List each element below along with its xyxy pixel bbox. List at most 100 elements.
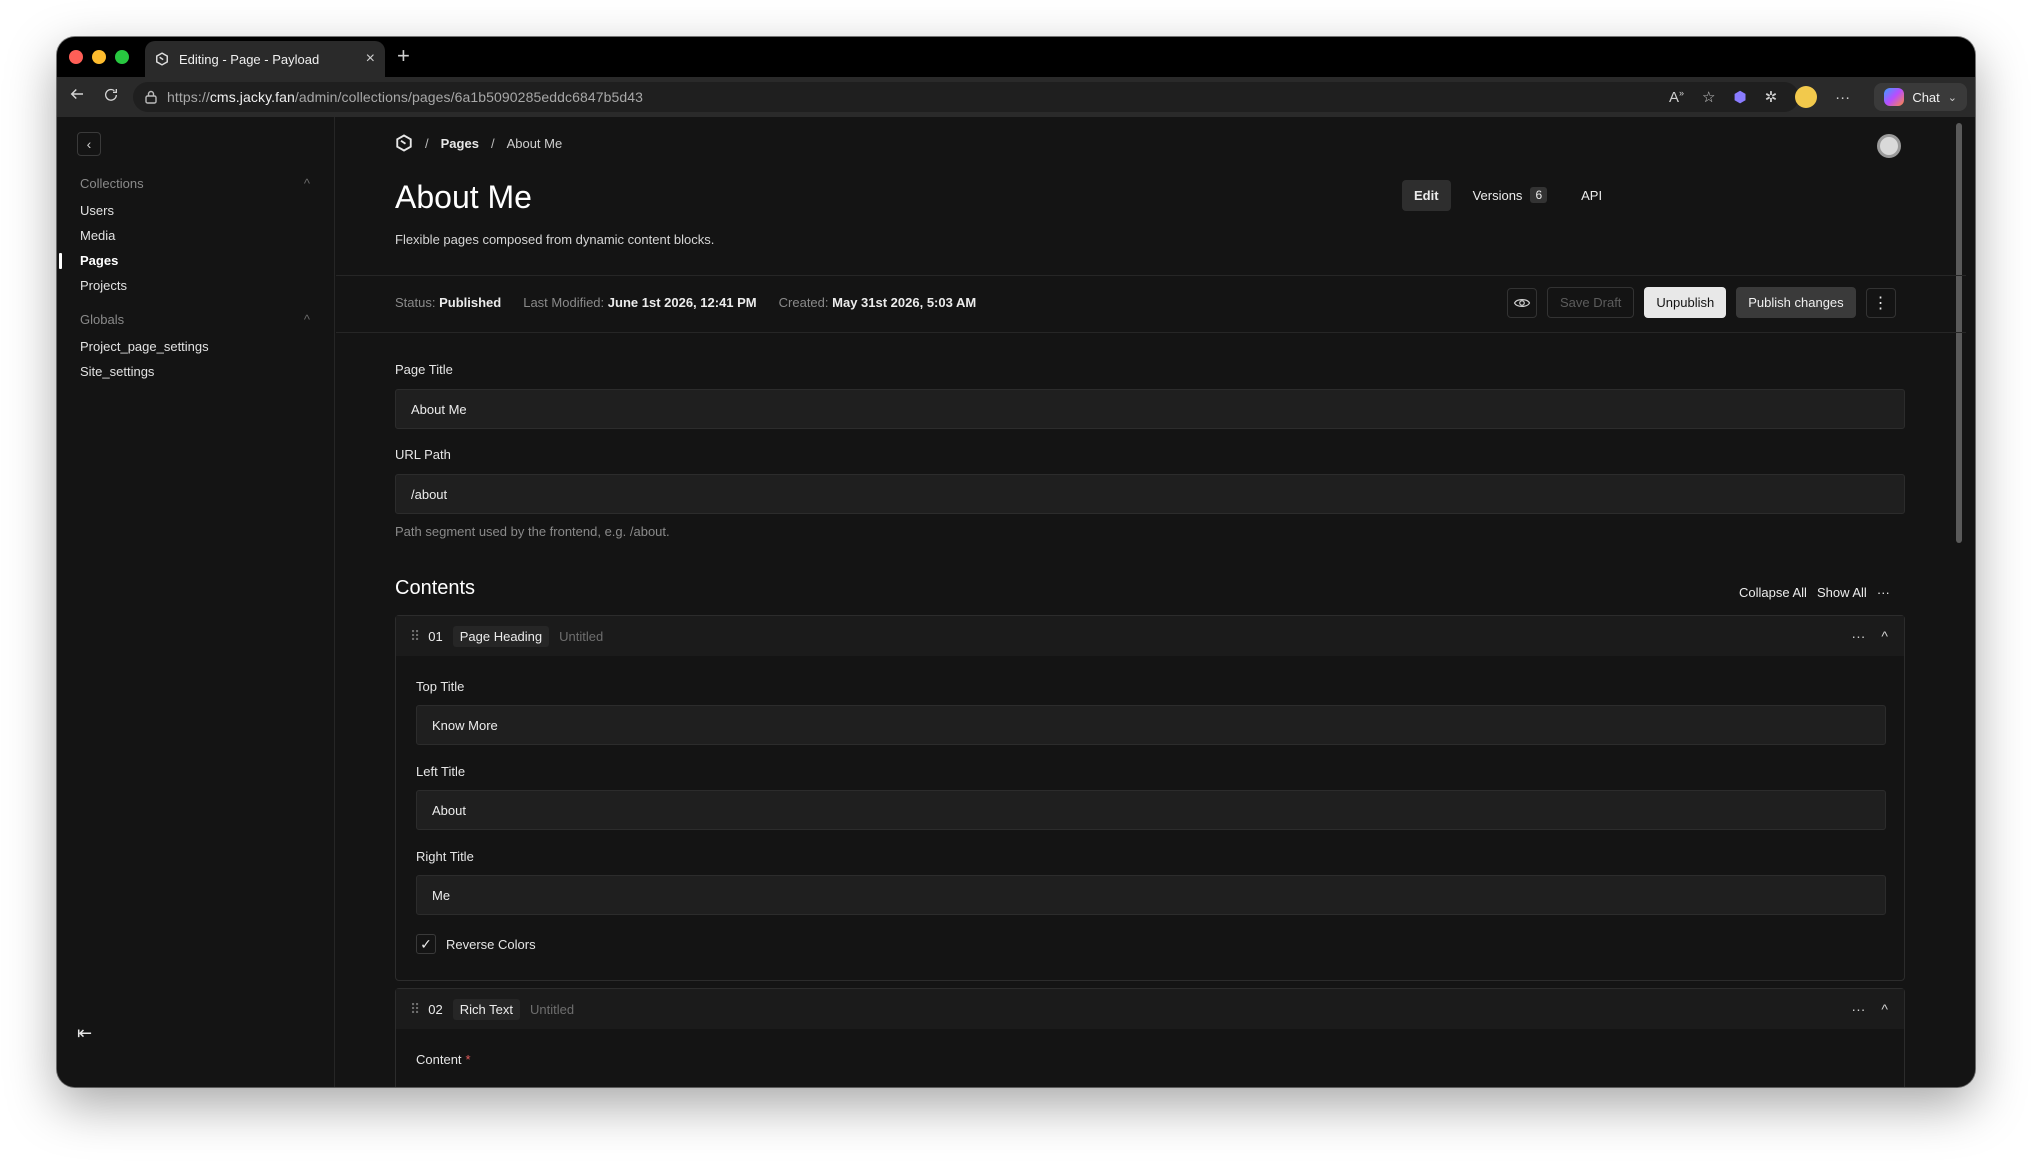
created-meta: Created: May 31st 2026, 5:03 AM	[778, 295, 977, 310]
contents-more-icon[interactable]: ···	[1877, 585, 1890, 600]
block-more-icon[interactable]: ···	[1851, 1001, 1865, 1017]
block-more-icon[interactable]: ···	[1851, 628, 1865, 644]
more-actions-icon[interactable]: ⋮	[1865, 287, 1896, 318]
document-view-tabs: Edit Versions 6 API	[1402, 179, 1614, 211]
status-meta: Status: Published	[395, 295, 502, 310]
top-title-label: Top Title	[416, 679, 465, 694]
chevron-down-icon: ⌄	[1947, 91, 1957, 104]
tab-title: Editing - Page - Payload	[179, 51, 320, 67]
browser-window: Editing - Page - Payload × + https://cms…	[57, 37, 1975, 1087]
tab-versions-label: Versions	[1472, 187, 1523, 203]
nav-group-globals[interactable]: Globals ^	[80, 312, 310, 327]
url-path-help: Path segment used by the frontend, e.g. …	[395, 524, 670, 539]
status-badge: Published	[439, 295, 502, 310]
top-title-input[interactable]: Know More	[416, 705, 1886, 745]
sidebar-item-users[interactable]: Users	[80, 203, 114, 218]
reverse-colors-label: Reverse Colors	[446, 936, 536, 952]
show-all-button[interactable]: Show All	[1817, 585, 1867, 600]
sidebar-item-media[interactable]: Media	[80, 228, 115, 243]
account-avatar[interactable]	[1877, 134, 1901, 158]
nav-group-label: Collections	[80, 176, 144, 191]
block-number: 02	[428, 1001, 443, 1017]
copilot-chat-button[interactable]: Chat ⌄	[1874, 83, 1967, 111]
content-block: ⠿ 01 Page Heading Untitled ··· ^ Top Tit…	[395, 615, 1905, 981]
profile-avatar-icon[interactable]	[1795, 86, 1818, 108]
maximize-window-button[interactable]	[115, 50, 129, 64]
close-window-button[interactable]	[69, 50, 83, 64]
favorite-star-icon[interactable]: ☆	[1702, 88, 1715, 106]
payload-favicon-icon	[156, 52, 168, 66]
content-block: ⠿ 02 Rich Text Untitled ··· ^ Content *	[395, 988, 1905, 1087]
live-preview-button[interactable]	[1507, 287, 1537, 318]
contents-tools: Collapse All Show All ···	[1739, 585, 1890, 600]
new-tab-button[interactable]: +	[397, 45, 410, 67]
versions-count-badge: 6	[1530, 187, 1548, 203]
url-text: https://cms.jacky.fan/admin/collections/…	[167, 89, 644, 105]
sidebar-item-project-page-settings[interactable]: Project_page_settings	[80, 339, 209, 354]
publish-changes-button[interactable]: Publish changes	[1736, 287, 1856, 318]
active-indicator	[59, 253, 62, 269]
breadcrumb-separator: /	[425, 135, 429, 151]
scrollbar[interactable]	[1956, 123, 1962, 543]
breadcrumb-pages-link[interactable]: Pages	[441, 136, 479, 151]
chevron-up-icon[interactable]: ^	[1881, 1001, 1888, 1017]
required-marker: *	[465, 1052, 471, 1067]
tab-edit[interactable]: Edit	[1402, 179, 1451, 211]
block-type-label: Page Heading	[452, 625, 550, 647]
block-number: 01	[428, 628, 443, 644]
drag-handle-icon[interactable]: ⠿	[410, 1001, 420, 1018]
url-path-input[interactable]: /about	[395, 474, 1905, 514]
block-title: Untitled	[529, 1001, 575, 1017]
url-field[interactable]: https://cms.jacky.fan/admin/collections/…	[133, 82, 1799, 112]
reload-icon[interactable]	[99, 85, 123, 109]
nav-group-label: Globals	[80, 312, 125, 327]
breadcrumb-separator: /	[490, 135, 495, 151]
minimize-window-button[interactable]	[92, 50, 106, 64]
right-title-label: Right Title	[416, 849, 474, 864]
block-type-label: Rich Text	[452, 998, 520, 1020]
collapse-sidebar-button[interactable]: ‹	[77, 132, 101, 156]
left-title-input[interactable]: About	[416, 790, 1886, 830]
shield-extension-icon[interactable]: ⬢	[1733, 88, 1746, 106]
sidebar-item-site-settings[interactable]: Site_settings	[80, 364, 154, 379]
extensions-puzzle-icon[interactable]: ✲	[1765, 88, 1778, 106]
sidebar-item-projects[interactable]: Projects	[80, 278, 127, 293]
block-header[interactable]: ⠿ 02 Rich Text Untitled ··· ^	[396, 989, 1904, 1029]
read-aloud-icon[interactable]: A»	[1669, 88, 1684, 106]
drag-handle-icon[interactable]: ⠿	[410, 628, 420, 645]
lock-icon	[145, 90, 157, 104]
tab-versions[interactable]: Versions 6	[1461, 179, 1560, 211]
reverse-colors-row: ✓ Reverse Colors	[416, 934, 536, 954]
address-bar-row: https://cms.jacky.fan/admin/collections/…	[57, 77, 1975, 117]
back-arrow-icon[interactable]	[65, 85, 89, 109]
page-title-label: Page Title	[395, 362, 453, 377]
divider	[336, 275, 1966, 276]
collapse-all-button[interactable]: Collapse All	[1739, 585, 1807, 600]
reverse-colors-checkbox[interactable]: ✓	[416, 934, 436, 954]
logout-icon[interactable]: ⇤	[77, 1023, 92, 1044]
breadcrumb: / Pages / About Me	[395, 134, 562, 152]
block-title: Untitled	[559, 628, 604, 644]
more-menu-icon[interactable]: ···	[1835, 89, 1850, 106]
nav-group-collections[interactable]: Collections ^	[80, 176, 310, 191]
chevron-up-icon[interactable]: ^	[1881, 628, 1888, 644]
block-header[interactable]: ⠿ 01 Page Heading Untitled ··· ^	[396, 616, 1904, 656]
divider	[336, 332, 1966, 333]
block-controls: ··· ^	[1851, 989, 1888, 1029]
chevron-up-icon: ^	[303, 176, 310, 191]
payload-logo-icon[interactable]	[395, 134, 413, 152]
page-title-input[interactable]: About Me	[395, 389, 1905, 429]
page-title: About Me	[395, 179, 532, 215]
tab-bar: Editing - Page - Payload × +	[57, 37, 1975, 77]
breadcrumb-current: About Me	[506, 135, 563, 151]
right-title-input[interactable]: Me	[416, 875, 1886, 915]
chevron-up-icon: ^	[303, 312, 310, 327]
eye-icon	[1513, 298, 1531, 307]
document-meta: Status: Published Last Modified: June 1s…	[395, 295, 976, 310]
sidebar-item-pages[interactable]: Pages	[80, 253, 118, 268]
tab-api[interactable]: API	[1569, 180, 1614, 211]
browser-tab[interactable]: Editing - Page - Payload ×	[145, 41, 385, 77]
unpublish-button[interactable]: Unpublish	[1644, 287, 1727, 318]
tab-close-icon[interactable]: ×	[366, 51, 375, 67]
save-draft-button[interactable]: Save Draft	[1547, 287, 1635, 318]
